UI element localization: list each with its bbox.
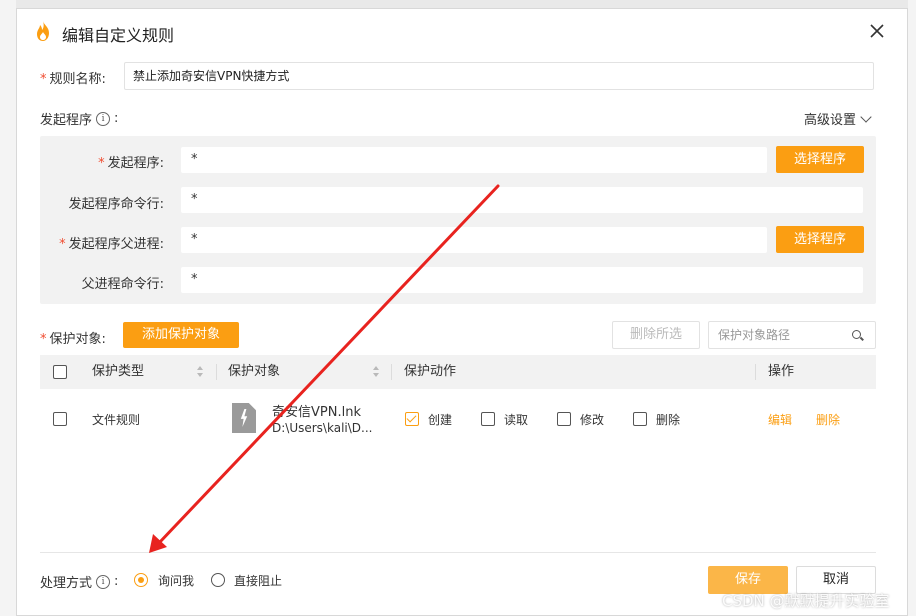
background-window-edge	[0, 0, 16, 616]
protection-type-cell: 文件规则	[92, 413, 141, 427]
action-create-checkbox[interactable]	[405, 412, 419, 426]
launcher-section-label: 发起程序 i :	[40, 109, 118, 128]
block-directly-label: 直接阻止	[234, 574, 283, 588]
launcher-panel: * 发起程序: * 选择程序 发起程序命令行: * * 发起程序父进程: * 选择程…	[40, 136, 876, 304]
launcher-program-input[interactable]: *	[181, 147, 767, 173]
select-program-button[interactable]: 选择程序	[776, 146, 864, 173]
search-icon[interactable]	[852, 330, 861, 339]
sort-icon[interactable]	[373, 366, 379, 378]
protection-path-search-input[interactable]: 保护对象路径	[708, 321, 876, 349]
watermark: CSDN @默默提升实验室	[722, 592, 890, 610]
advanced-settings-toggle[interactable]: 高级设置	[804, 109, 872, 128]
parent-process-label: * 发起程序父进程:	[59, 233, 164, 252]
parent-process-label-text: 发起程序父进程:	[68, 237, 164, 252]
advanced-settings-label: 高级设置	[804, 113, 857, 128]
edit-rule-dialog	[16, 8, 908, 616]
launcher-label-colon: :	[114, 111, 119, 126]
column-header-action: 保护动作	[404, 364, 457, 379]
handling-mode-label: 处理方式 i :	[40, 572, 118, 591]
required-marker: *	[40, 72, 47, 87]
edit-link[interactable]: 编辑	[768, 411, 792, 428]
launcher-program-label-text: 发起程序:	[107, 156, 164, 171]
delete-link[interactable]: 删除	[816, 411, 840, 428]
row-select-checkbox[interactable]	[53, 412, 67, 426]
action-delete-label: 删除	[656, 413, 681, 427]
rule-name-input[interactable]: 禁止添加奇安信VPN快捷方式	[124, 62, 874, 90]
action-delete-checkbox[interactable]	[633, 412, 647, 426]
column-divider	[391, 364, 392, 380]
protection-object-label: * 保护对象:	[40, 328, 106, 347]
search-placeholder: 保护对象路径	[718, 328, 791, 342]
rule-name-label: * 规则名称:	[40, 68, 106, 87]
protection-object-path: D:\Users\kali\D...	[272, 421, 373, 435]
background-window-edge-right	[908, 0, 916, 616]
launcher-label-text: 发起程序	[40, 113, 93, 128]
required-marker: *	[40, 332, 47, 347]
action-create-label: 创建	[428, 413, 453, 427]
action-read-checkbox[interactable]	[481, 412, 495, 426]
column-divider	[216, 364, 217, 380]
add-protection-object-button[interactable]: 添加保护对象	[123, 322, 239, 348]
parent-process-input[interactable]: *	[181, 227, 767, 253]
column-header-object: 保护对象	[228, 364, 281, 379]
select-all-checkbox[interactable]	[53, 365, 67, 379]
column-header-type: 保护类型	[92, 364, 145, 379]
dialog-title: 编辑自定义规则	[62, 26, 175, 45]
info-icon[interactable]: i	[96, 574, 111, 589]
info-icon[interactable]: i	[96, 111, 111, 126]
launcher-cmdline-input[interactable]: *	[181, 187, 863, 213]
column-header-operation: 操作	[768, 364, 795, 379]
action-modify-checkbox[interactable]	[557, 412, 571, 426]
protection-object-name: 奇安信VPN.lnk	[272, 405, 361, 420]
sort-icon[interactable]	[197, 366, 203, 378]
table-row: 文件规则 奇安信VPN.lnk D:\Users\kali\D... 创建 读取…	[40, 390, 876, 448]
ask-me-label: 询问我	[158, 574, 195, 588]
protection-table-header: 保护类型 保护对象 保护动作 操作	[40, 355, 876, 389]
launcher-cmdline-label: 发起程序命令行:	[68, 197, 164, 212]
rule-name-label-text: 规则名称:	[49, 72, 106, 87]
parent-cmdline-input[interactable]: *	[181, 267, 863, 293]
shortcut-file-icon	[232, 403, 256, 433]
block-directly-radio[interactable]	[211, 573, 225, 587]
close-icon[interactable]	[868, 22, 886, 40]
handling-mode-label-text: 处理方式	[40, 576, 93, 591]
handling-mode-label-colon: :	[114, 574, 119, 589]
flame-logo-icon	[37, 21, 49, 41]
action-read-label: 读取	[504, 413, 529, 427]
protection-object-label-text: 保护对象:	[49, 332, 106, 347]
chevron-down-icon	[860, 110, 872, 123]
ask-me-radio[interactable]	[134, 573, 148, 587]
column-divider	[755, 364, 756, 380]
footer-divider	[40, 552, 876, 553]
launcher-program-label: * 发起程序:	[98, 152, 164, 171]
delete-selected-button[interactable]: 删除所选	[612, 321, 700, 349]
action-modify-label: 修改	[580, 413, 605, 427]
select-parent-program-button[interactable]: 选择程序	[776, 226, 864, 253]
required-marker: *	[98, 156, 105, 171]
required-marker: *	[59, 237, 66, 252]
parent-cmdline-label: 父进程命令行:	[81, 277, 164, 292]
